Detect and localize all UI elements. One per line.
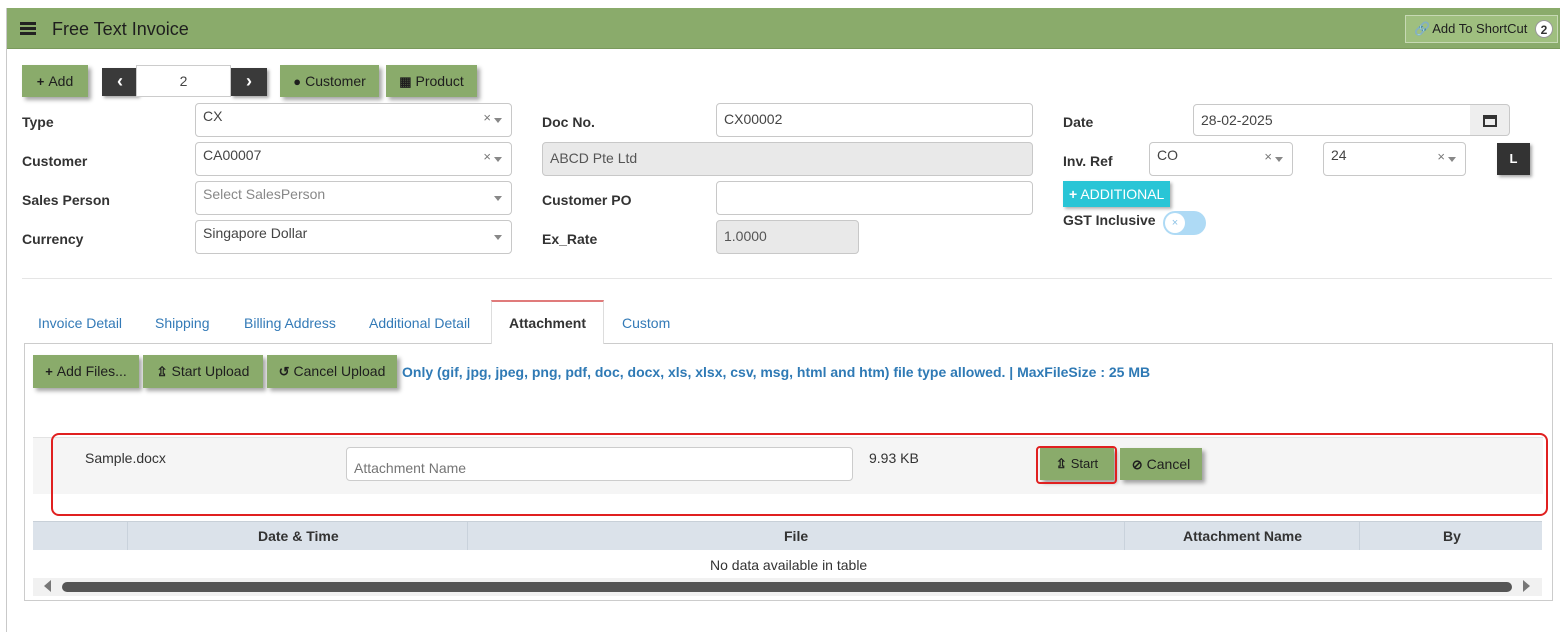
record-number-input[interactable]: 2 xyxy=(136,65,231,97)
column-header-file[interactable]: File xyxy=(784,528,808,544)
gift-icon: ▦ xyxy=(399,74,412,89)
plus-icon: + xyxy=(45,364,53,379)
start-highlight-outline xyxy=(1036,446,1117,484)
start-upload-button[interactable]: ⇫ Start Upload xyxy=(143,355,263,388)
customer-label: Customer xyxy=(22,153,88,169)
add-button[interactable]: + Add xyxy=(22,65,88,97)
ex-rate-field: 1.0000 xyxy=(716,220,859,254)
clear-icon[interactable]: × xyxy=(483,149,491,164)
customer-po-label: Customer PO xyxy=(542,192,632,208)
column-separator xyxy=(127,522,128,550)
date-input[interactable]: 28-02-2025 xyxy=(1193,104,1471,136)
column-header-by[interactable]: By xyxy=(1443,528,1461,544)
next-record-button[interactable]: › xyxy=(231,68,267,96)
table-empty-message: No data available in table xyxy=(710,557,868,573)
menu-icon[interactable] xyxy=(20,22,36,35)
calendar-button[interactable] xyxy=(1470,104,1510,136)
chevron-down-icon xyxy=(1448,157,1456,162)
customer-label: Customer xyxy=(305,73,366,89)
gst-inclusive-label: GST Inclusive xyxy=(1063,212,1156,228)
inv-ref-number-select[interactable]: 24 × xyxy=(1323,142,1466,176)
type-select[interactable]: CX × xyxy=(195,103,512,137)
doc-no-label: Doc No. xyxy=(542,114,595,130)
scrollbar-thumb[interactable] xyxy=(62,582,1512,592)
currency-value: Singapore Dollar xyxy=(203,225,308,241)
tab-attachment[interactable]: Attachment xyxy=(491,300,604,344)
tab-billing-address[interactable]: Billing Address xyxy=(244,315,336,331)
file-type-hint: Only (gif, jpg, jpeg, png, pdf, doc, doc… xyxy=(402,364,1151,380)
customer-name-field: ABCD Pte Ltd xyxy=(542,142,1033,176)
column-header-date-time[interactable]: Date & Time xyxy=(258,528,339,544)
column-header-attachment-name[interactable]: Attachment Name xyxy=(1183,528,1302,544)
customer-po-input[interactable] xyxy=(716,181,1033,215)
date-label: Date xyxy=(1063,114,1094,130)
inv-ref-label: Inv. Ref xyxy=(1063,153,1113,169)
customer-button[interactable]: ● Customer xyxy=(280,65,379,97)
ex-rate-label: Ex_Rate xyxy=(542,231,598,247)
additional-label: ADDITIONAL xyxy=(1080,186,1165,202)
product-button[interactable]: ▦ Product xyxy=(386,65,477,97)
column-separator xyxy=(1359,522,1360,550)
customer-value: CA00007 xyxy=(203,147,262,163)
currency-select[interactable]: Singapore Dollar xyxy=(195,220,512,254)
calendar-icon xyxy=(1482,115,1497,128)
cancel-upload-label: Cancel Upload xyxy=(293,363,386,379)
column-separator xyxy=(1124,522,1125,550)
additional-button[interactable]: + ADDITIONAL xyxy=(1063,181,1170,207)
add-files-label: Add Files... xyxy=(56,363,127,379)
section-divider xyxy=(22,278,1552,279)
add-files-button[interactable]: + Add Files... xyxy=(33,355,139,388)
column-separator xyxy=(467,522,468,550)
customer-select[interactable]: CA00007 × xyxy=(195,142,512,176)
pin-icon: 🔗 xyxy=(1414,21,1431,36)
previous-record-button[interactable]: ‹ xyxy=(102,68,138,96)
page-title: Free Text Invoice xyxy=(52,19,189,39)
add-to-shortcut-button[interactable]: 🔗 Add To ShortCut 2 xyxy=(1405,15,1558,43)
toggle-off-icon: × xyxy=(1165,213,1185,233)
type-label: Type xyxy=(22,114,54,130)
scroll-right-icon[interactable] xyxy=(1523,580,1530,592)
doc-no-input[interactable]: CX00002 xyxy=(716,103,1033,137)
tab-custom[interactable]: Custom xyxy=(622,315,670,331)
user-icon: ● xyxy=(293,74,302,89)
sales-person-placeholder: Select SalesPerson xyxy=(203,186,326,202)
inv-ref-number-value: 24 xyxy=(1331,147,1347,163)
shortcut-label: Add To ShortCut xyxy=(1432,21,1528,36)
highlight-outline xyxy=(51,433,1548,516)
chevron-down-icon xyxy=(494,196,502,201)
plus-icon: + xyxy=(36,74,45,89)
sales-person-label: Sales Person xyxy=(22,192,110,208)
scroll-left-icon[interactable] xyxy=(44,580,51,592)
tab-invoice-detail[interactable]: Invoice Detail xyxy=(38,315,122,331)
inv-ref-prefix-value: CO xyxy=(1157,147,1178,163)
clear-icon[interactable]: × xyxy=(1437,149,1445,164)
chevron-left-icon: ‹ xyxy=(117,71,123,91)
chevron-down-icon xyxy=(1275,157,1283,162)
gst-inclusive-toggle[interactable]: × xyxy=(1163,211,1206,235)
shortcut-count-badge: 2 xyxy=(1535,20,1553,38)
clear-icon[interactable]: × xyxy=(483,110,491,125)
inv-ref-prefix-select[interactable]: CO × xyxy=(1149,142,1293,176)
chevron-down-icon xyxy=(494,157,502,162)
tab-shipping[interactable]: Shipping xyxy=(155,315,210,331)
upload-icon: ⇫ xyxy=(156,364,168,379)
plus-icon: + xyxy=(1069,186,1078,202)
chevron-down-icon xyxy=(494,118,502,123)
add-label: Add xyxy=(48,73,74,89)
type-value: CX xyxy=(203,108,223,124)
frame-border xyxy=(6,8,7,632)
currency-label: Currency xyxy=(22,231,84,247)
undo-icon: ↺ xyxy=(278,364,290,379)
tab-additional-detail[interactable]: Additional Detail xyxy=(369,315,470,331)
product-label: Product xyxy=(415,73,464,89)
clear-icon[interactable]: × xyxy=(1264,149,1272,164)
page-header: Free Text Invoice 🔗 Add To ShortCut 2 xyxy=(7,8,1560,49)
cancel-upload-button[interactable]: ↺ Cancel Upload xyxy=(267,355,397,388)
l-button[interactable]: L xyxy=(1497,143,1530,175)
chevron-down-icon xyxy=(494,235,502,240)
chevron-right-icon: › xyxy=(246,71,252,91)
start-upload-label: Start Upload xyxy=(171,363,250,379)
sales-person-select[interactable]: Select SalesPerson xyxy=(195,181,512,215)
